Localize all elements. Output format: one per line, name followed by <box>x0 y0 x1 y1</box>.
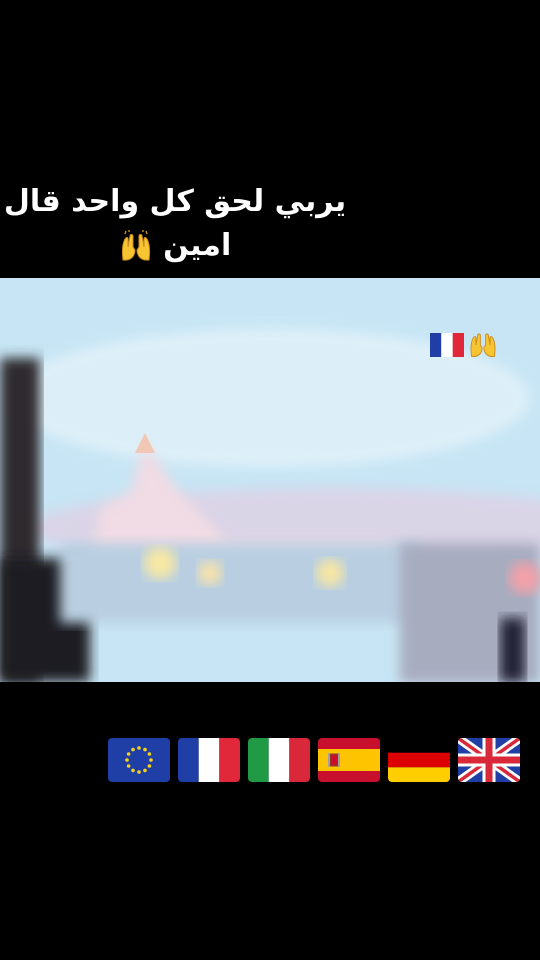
caption-text: يربي لحق كل واحد قال امين <box>0 180 350 268</box>
caption-line-1: يربي لحق كل واحد قال <box>3 184 347 219</box>
uk-flag-icon <box>458 738 520 782</box>
italy-flag-icon <box>248 738 310 782</box>
germany-flag-icon <box>388 738 450 782</box>
raising-hands-icon <box>121 229 150 261</box>
caption-line-2: امين <box>163 228 232 263</box>
eu-flag-icon <box>108 738 170 782</box>
overlay-emojis <box>430 330 500 360</box>
flags-row <box>108 738 520 782</box>
spain-flag-icon <box>318 738 380 782</box>
france-flag-icon <box>178 738 240 782</box>
video-frame[interactable] <box>0 278 540 682</box>
france-flag-icon <box>430 333 464 357</box>
caption-line-2-wrapper: امين <box>0 224 350 268</box>
raising-hands-icon <box>470 333 496 358</box>
